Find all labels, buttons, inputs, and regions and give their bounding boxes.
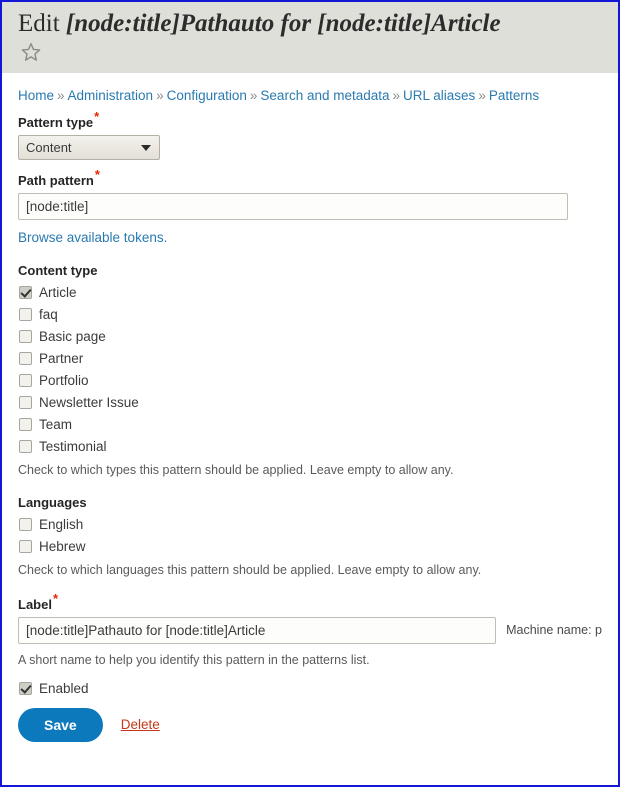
checkbox-label: English xyxy=(39,516,84,532)
content-type-checkbox-team[interactable]: Team xyxy=(18,417,602,432)
checkbox-label: Team xyxy=(39,416,73,432)
page-title: Edit [node:title]Pathauto for [node:titl… xyxy=(18,10,602,39)
content-type-checkbox-newsletter-issue[interactable]: Newsletter Issue xyxy=(18,395,602,410)
content-type-checkbox-testimonial[interactable]: Testimonial xyxy=(18,439,602,454)
form-actions: Save Delete xyxy=(18,707,602,742)
pattern-type-select-wrap: Content xyxy=(18,134,160,160)
star-outline-icon[interactable] xyxy=(20,41,42,63)
checkbox-label: Article xyxy=(39,284,77,300)
label-input-row: Machine name: p xyxy=(18,616,602,644)
required-asterisk: * xyxy=(94,109,100,125)
label-field: Label* Machine name: p A short name to h… xyxy=(18,592,602,667)
checkbox-input[interactable] xyxy=(19,285,32,299)
checkbox-input[interactable] xyxy=(19,539,32,553)
breadcrumb-item-search-and-metadata[interactable]: Search and metadata xyxy=(260,88,389,103)
languages-title: Languages xyxy=(18,494,87,510)
content-type-checkbox-partner[interactable]: Partner xyxy=(18,351,602,366)
required-asterisk: * xyxy=(52,591,59,607)
pattern-type-field: Pattern type* Content xyxy=(18,110,602,160)
languages-group: Languages English Hebrew Check to which … xyxy=(18,495,602,577)
pattern-edit-form: Pattern type* Content Path pattern* Brow… xyxy=(2,110,618,742)
checkbox-input[interactable] xyxy=(19,517,32,531)
breadcrumb-item-administration[interactable]: Administration xyxy=(68,88,154,103)
path-pattern-input[interactable] xyxy=(18,192,568,220)
pattern-type-select[interactable]: Content xyxy=(18,134,160,160)
label-input[interactable] xyxy=(18,616,497,644)
checkbox-input[interactable] xyxy=(19,395,32,409)
languages-description: Check to which languages this pattern sh… xyxy=(18,562,482,577)
machine-name-text: Machine name: p xyxy=(506,623,602,638)
checkbox-label: Basic page xyxy=(39,328,106,344)
browse-available-tokens-link[interactable]: Browse available tokens. xyxy=(18,230,167,245)
required-asterisk: * xyxy=(94,167,100,183)
checkbox-label: faq xyxy=(39,306,58,322)
page-container: Edit [node:title]Pathauto for [node:titl… xyxy=(0,0,620,787)
checkbox-input[interactable] xyxy=(19,329,32,343)
language-checkbox-english[interactable]: English xyxy=(18,517,602,532)
breadcrumb-separator: » xyxy=(478,87,486,103)
checkbox-label: Testimonial xyxy=(39,438,107,454)
content-type-checkbox-portfolio[interactable]: Portfolio xyxy=(18,373,602,388)
checkbox-label: Partner xyxy=(39,350,84,366)
content-type-checkbox-faq[interactable]: faq xyxy=(18,307,602,322)
label-field-description: A short name to help you identify this p… xyxy=(18,652,370,667)
content-type-checkbox-basic-page[interactable]: Basic page xyxy=(18,329,602,344)
breadcrumb-separator: » xyxy=(57,87,65,103)
page-title-value: [node:title]Pathauto for [node:title]Art… xyxy=(65,10,501,37)
checkbox-label: Newsletter Issue xyxy=(39,394,139,410)
page-title-prefix: Edit xyxy=(18,10,60,37)
checkbox-label: Hebrew xyxy=(39,538,86,554)
checkbox-input[interactable] xyxy=(19,681,32,695)
bookmark-row xyxy=(18,39,602,67)
content-type-group: Content type Article faq Basic page Part… xyxy=(18,263,602,477)
pattern-type-label-text: Pattern type xyxy=(18,114,94,130)
breadcrumb-item-patterns[interactable]: Patterns xyxy=(489,88,539,103)
delete-link[interactable]: Delete xyxy=(121,717,160,732)
checkbox-input[interactable] xyxy=(19,439,32,453)
breadcrumb-item-url-aliases[interactable]: URL aliases xyxy=(403,88,475,103)
save-button[interactable]: Save xyxy=(18,707,103,742)
content-type-title: Content type xyxy=(18,262,98,278)
checkbox-label: Portfolio xyxy=(39,372,89,388)
path-pattern-label-text: Path pattern xyxy=(18,172,94,188)
breadcrumb-separator: » xyxy=(249,87,258,103)
checkbox-input[interactable] xyxy=(19,351,32,365)
breadcrumb-separator: » xyxy=(156,87,164,103)
checkbox-input[interactable] xyxy=(19,417,32,431)
path-pattern-field: Path pattern* Browse available tokens. xyxy=(18,168,602,245)
enabled-checkbox-row[interactable]: Enabled xyxy=(18,681,602,696)
breadcrumb-item-configuration[interactable]: Configuration xyxy=(167,88,247,103)
label-field-label: Label* xyxy=(18,592,602,612)
content-type-description: Check to which types this pattern should… xyxy=(18,462,454,477)
path-pattern-label: Path pattern* xyxy=(18,168,602,188)
breadcrumb-item-home[interactable]: Home xyxy=(18,88,54,103)
breadcrumb-separator: » xyxy=(392,87,401,103)
content-type-checkbox-article[interactable]: Article xyxy=(18,285,602,300)
pattern-type-label: Pattern type* xyxy=(18,110,602,130)
label-field-label-text: Label xyxy=(18,596,52,612)
enabled-label: Enabled xyxy=(39,680,89,696)
language-checkbox-hebrew[interactable]: Hebrew xyxy=(18,539,602,554)
page-header: Edit [node:title]Pathauto for [node:titl… xyxy=(2,2,618,73)
checkbox-input[interactable] xyxy=(19,373,32,387)
checkbox-input[interactable] xyxy=(19,307,32,321)
